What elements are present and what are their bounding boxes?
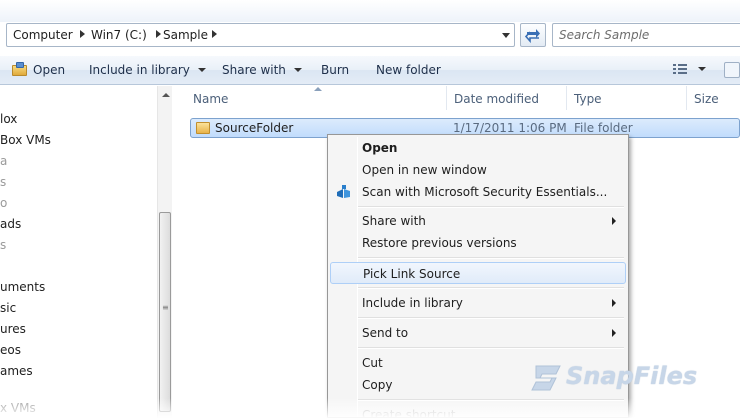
- change-view-button[interactable]: [672, 62, 706, 76]
- refresh-button[interactable]: [520, 23, 546, 47]
- menu-separator: [358, 347, 624, 349]
- nav-item[interactable]: Box VMs: [0, 133, 51, 147]
- nav-item[interactable]: ads: [0, 217, 21, 231]
- share-with-button[interactable]: Share with: [222, 63, 302, 77]
- menu-item-label: Scan with Microsoft Security Essentials.…: [362, 185, 608, 199]
- menu-item-label: Open in new window: [362, 163, 487, 177]
- nav-item[interactable]: eos: [0, 343, 21, 357]
- nav-item[interactable]: uments: [0, 280, 45, 294]
- nav-item[interactable]: s: [0, 238, 6, 252]
- command-bar: Open Include in library Share with Burn …: [0, 55, 740, 85]
- column-header-date-modified[interactable]: Date modified: [454, 92, 539, 106]
- address-bar[interactable]: Computer Win7 (C:) Sample: [6, 23, 515, 47]
- snapfiles-watermark: SnapFiles: [528, 361, 728, 395]
- column-divider[interactable]: [686, 86, 687, 110]
- menu-item-pick-link-source[interactable]: Pick Link Source: [330, 262, 626, 284]
- menu-item-label: Restore previous versions: [362, 236, 517, 250]
- menu-item-label: Send to: [362, 326, 409, 340]
- menu-item-label: Cut: [362, 356, 383, 370]
- burn-label: Burn: [321, 63, 350, 77]
- menu-item-label: Include in library: [362, 296, 463, 310]
- breadcrumb-computer[interactable]: Computer: [13, 28, 73, 42]
- column-divider[interactable]: [446, 86, 447, 110]
- chevron-down-icon: [197, 68, 206, 72]
- menu-item-scan-security-essentials[interactable]: Scan with Microsoft Security Essentials.…: [330, 181, 626, 203]
- search-box[interactable]: [552, 23, 740, 47]
- menu-separator: [358, 257, 624, 259]
- open-folder-icon: [12, 61, 27, 76]
- address-history-dropdown-icon[interactable]: [502, 33, 510, 38]
- details-view-icon: [673, 64, 687, 74]
- menu-separator: [358, 287, 624, 289]
- burn-button[interactable]: Burn: [321, 63, 349, 77]
- security-essentials-icon: [337, 185, 350, 198]
- breadcrumb-win7-drive[interactable]: Win7 (C:): [91, 28, 147, 42]
- submenu-arrow-icon: [612, 299, 616, 307]
- submenu-arrow-icon: [612, 329, 616, 337]
- scrollbar-thumb[interactable]: ≡: [159, 212, 171, 412]
- nav-item[interactable]: s: [0, 175, 6, 189]
- file-name: SourceFolder: [215, 121, 294, 135]
- address-bar-row: Computer Win7 (C:) Sample: [0, 20, 740, 52]
- watermark-text: SnapFiles: [566, 362, 698, 390]
- menu-item-label: Create shortcut: [362, 408, 456, 418]
- file-date-modified: 1/17/2011 1:06 PM: [453, 121, 567, 135]
- grip-icon: ≡: [162, 303, 169, 312]
- breadcrumb-sample[interactable]: Sample: [163, 28, 208, 42]
- menu-item-create-shortcut[interactable]: Create shortcut: [330, 404, 626, 418]
- menu-item-share-with[interactable]: Share with: [330, 210, 626, 232]
- menu-item-restore-previous-versions[interactable]: Restore previous versions: [330, 232, 626, 254]
- folder-icon: [196, 122, 210, 134]
- column-divider[interactable]: [566, 86, 567, 110]
- nav-item[interactable]: x VMs: [0, 401, 36, 415]
- menu-separator: [358, 317, 624, 319]
- menu-item-open[interactable]: Open: [330, 137, 626, 159]
- menu-separator: [358, 399, 624, 401]
- include-in-library-button[interactable]: Include in library: [89, 63, 206, 77]
- preview-pane-button[interactable]: [724, 62, 740, 78]
- breadcrumb-separator-icon[interactable]: [156, 30, 161, 38]
- scroll-up-arrow-icon[interactable]: [162, 93, 170, 97]
- menu-item-send-to[interactable]: Send to: [330, 322, 626, 344]
- new-folder-button[interactable]: New folder: [376, 63, 441, 77]
- column-header-size[interactable]: Size: [694, 92, 719, 106]
- menu-item-label: Share with: [362, 214, 426, 228]
- menu-item-open-new-window[interactable]: Open in new window: [330, 159, 626, 181]
- nav-item[interactable]: lox: [0, 112, 17, 126]
- navigation-scrollbar[interactable]: ≡: [157, 86, 172, 418]
- file-type: File folder: [574, 121, 633, 135]
- breadcrumb-separator-icon[interactable]: [80, 30, 85, 38]
- nav-item[interactable]: ames: [0, 364, 33, 378]
- menu-item-label: Copy: [362, 378, 393, 392]
- menu-item-label: Pick Link Source: [363, 267, 461, 281]
- nav-item[interactable]: ures: [0, 322, 26, 336]
- include-in-library-label: Include in library: [89, 63, 190, 77]
- new-folder-label: New folder: [376, 63, 441, 77]
- search-input[interactable]: [559, 27, 729, 43]
- menu-item-label: Open: [362, 141, 398, 155]
- chevron-down-icon: [698, 67, 706, 71]
- menu-separator: [358, 206, 624, 208]
- chevron-down-icon: [293, 68, 302, 72]
- share-with-label: Share with: [222, 63, 286, 77]
- refresh-icon: [524, 29, 540, 44]
- open-button-label: Open: [33, 63, 66, 77]
- column-header-type[interactable]: Type: [574, 92, 602, 106]
- nav-item[interactable]: sic: [0, 301, 16, 315]
- submenu-arrow-icon: [612, 217, 616, 225]
- navigation-pane: lox Box VMs a s o ads s uments sic ures …: [0, 86, 172, 418]
- breadcrumb-separator-icon[interactable]: [212, 30, 217, 38]
- window-top-frame: [0, 0, 740, 22]
- column-header-name[interactable]: Name: [193, 92, 228, 106]
- sort-ascending-icon: [314, 87, 322, 91]
- nav-item[interactable]: a: [0, 154, 7, 168]
- menu-item-include-in-library[interactable]: Include in library: [330, 292, 626, 314]
- snapfiles-logo-icon: [531, 365, 561, 391]
- nav-item[interactable]: o: [0, 196, 7, 210]
- open-button[interactable]: Open: [12, 61, 66, 77]
